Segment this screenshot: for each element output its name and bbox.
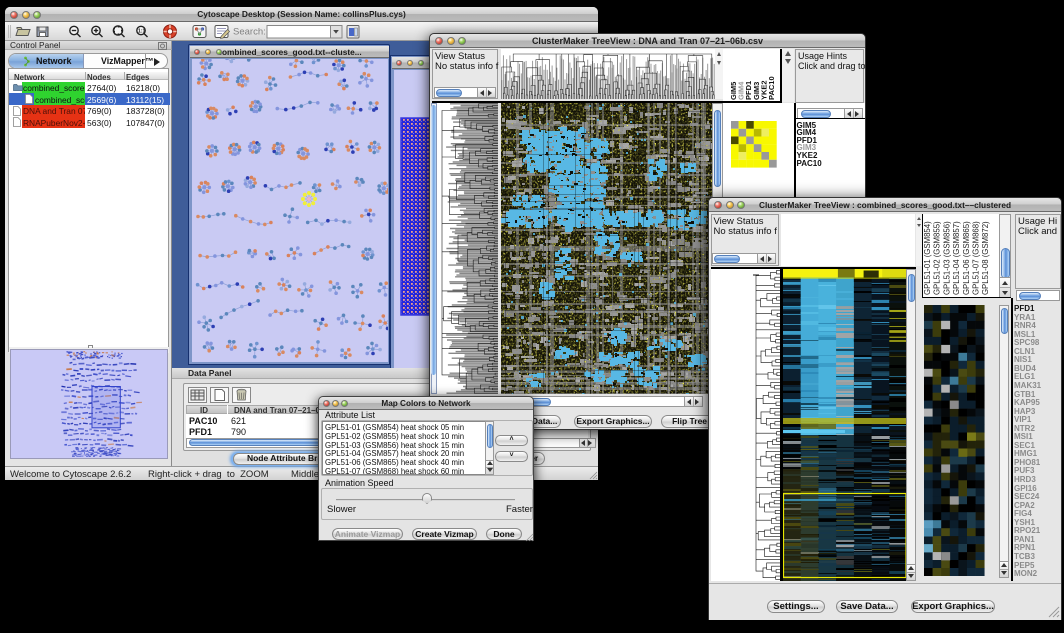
svg-text:Search:: Search: <box>233 27 266 38</box>
svg-text:1:1: 1:1 <box>138 29 145 35</box>
svg-text:PAC10: PAC10 <box>767 76 776 100</box>
svg-text:GPL51-04 (GSM857): GPL51-04 (GSM857) <box>952 221 961 295</box>
svg-text:GPL51-08 (GSM872): GPL51-08 (GSM872) <box>981 221 990 295</box>
svg-text:GPL51-01 (GSM854): GPL51-01 (GSM854) <box>923 221 932 295</box>
svg-text:GPL51-02 (GSM855): GPL51-02 (GSM855) <box>933 221 942 295</box>
svg-text:GPL51-06 (GSM865): GPL51-06 (GSM865) <box>962 221 971 295</box>
svg-text:GPL51-03 (GSM856): GPL51-03 (GSM856) <box>942 221 951 295</box>
svg-text:GPL51-07 (GSM868): GPL51-07 (GSM868) <box>972 221 981 295</box>
